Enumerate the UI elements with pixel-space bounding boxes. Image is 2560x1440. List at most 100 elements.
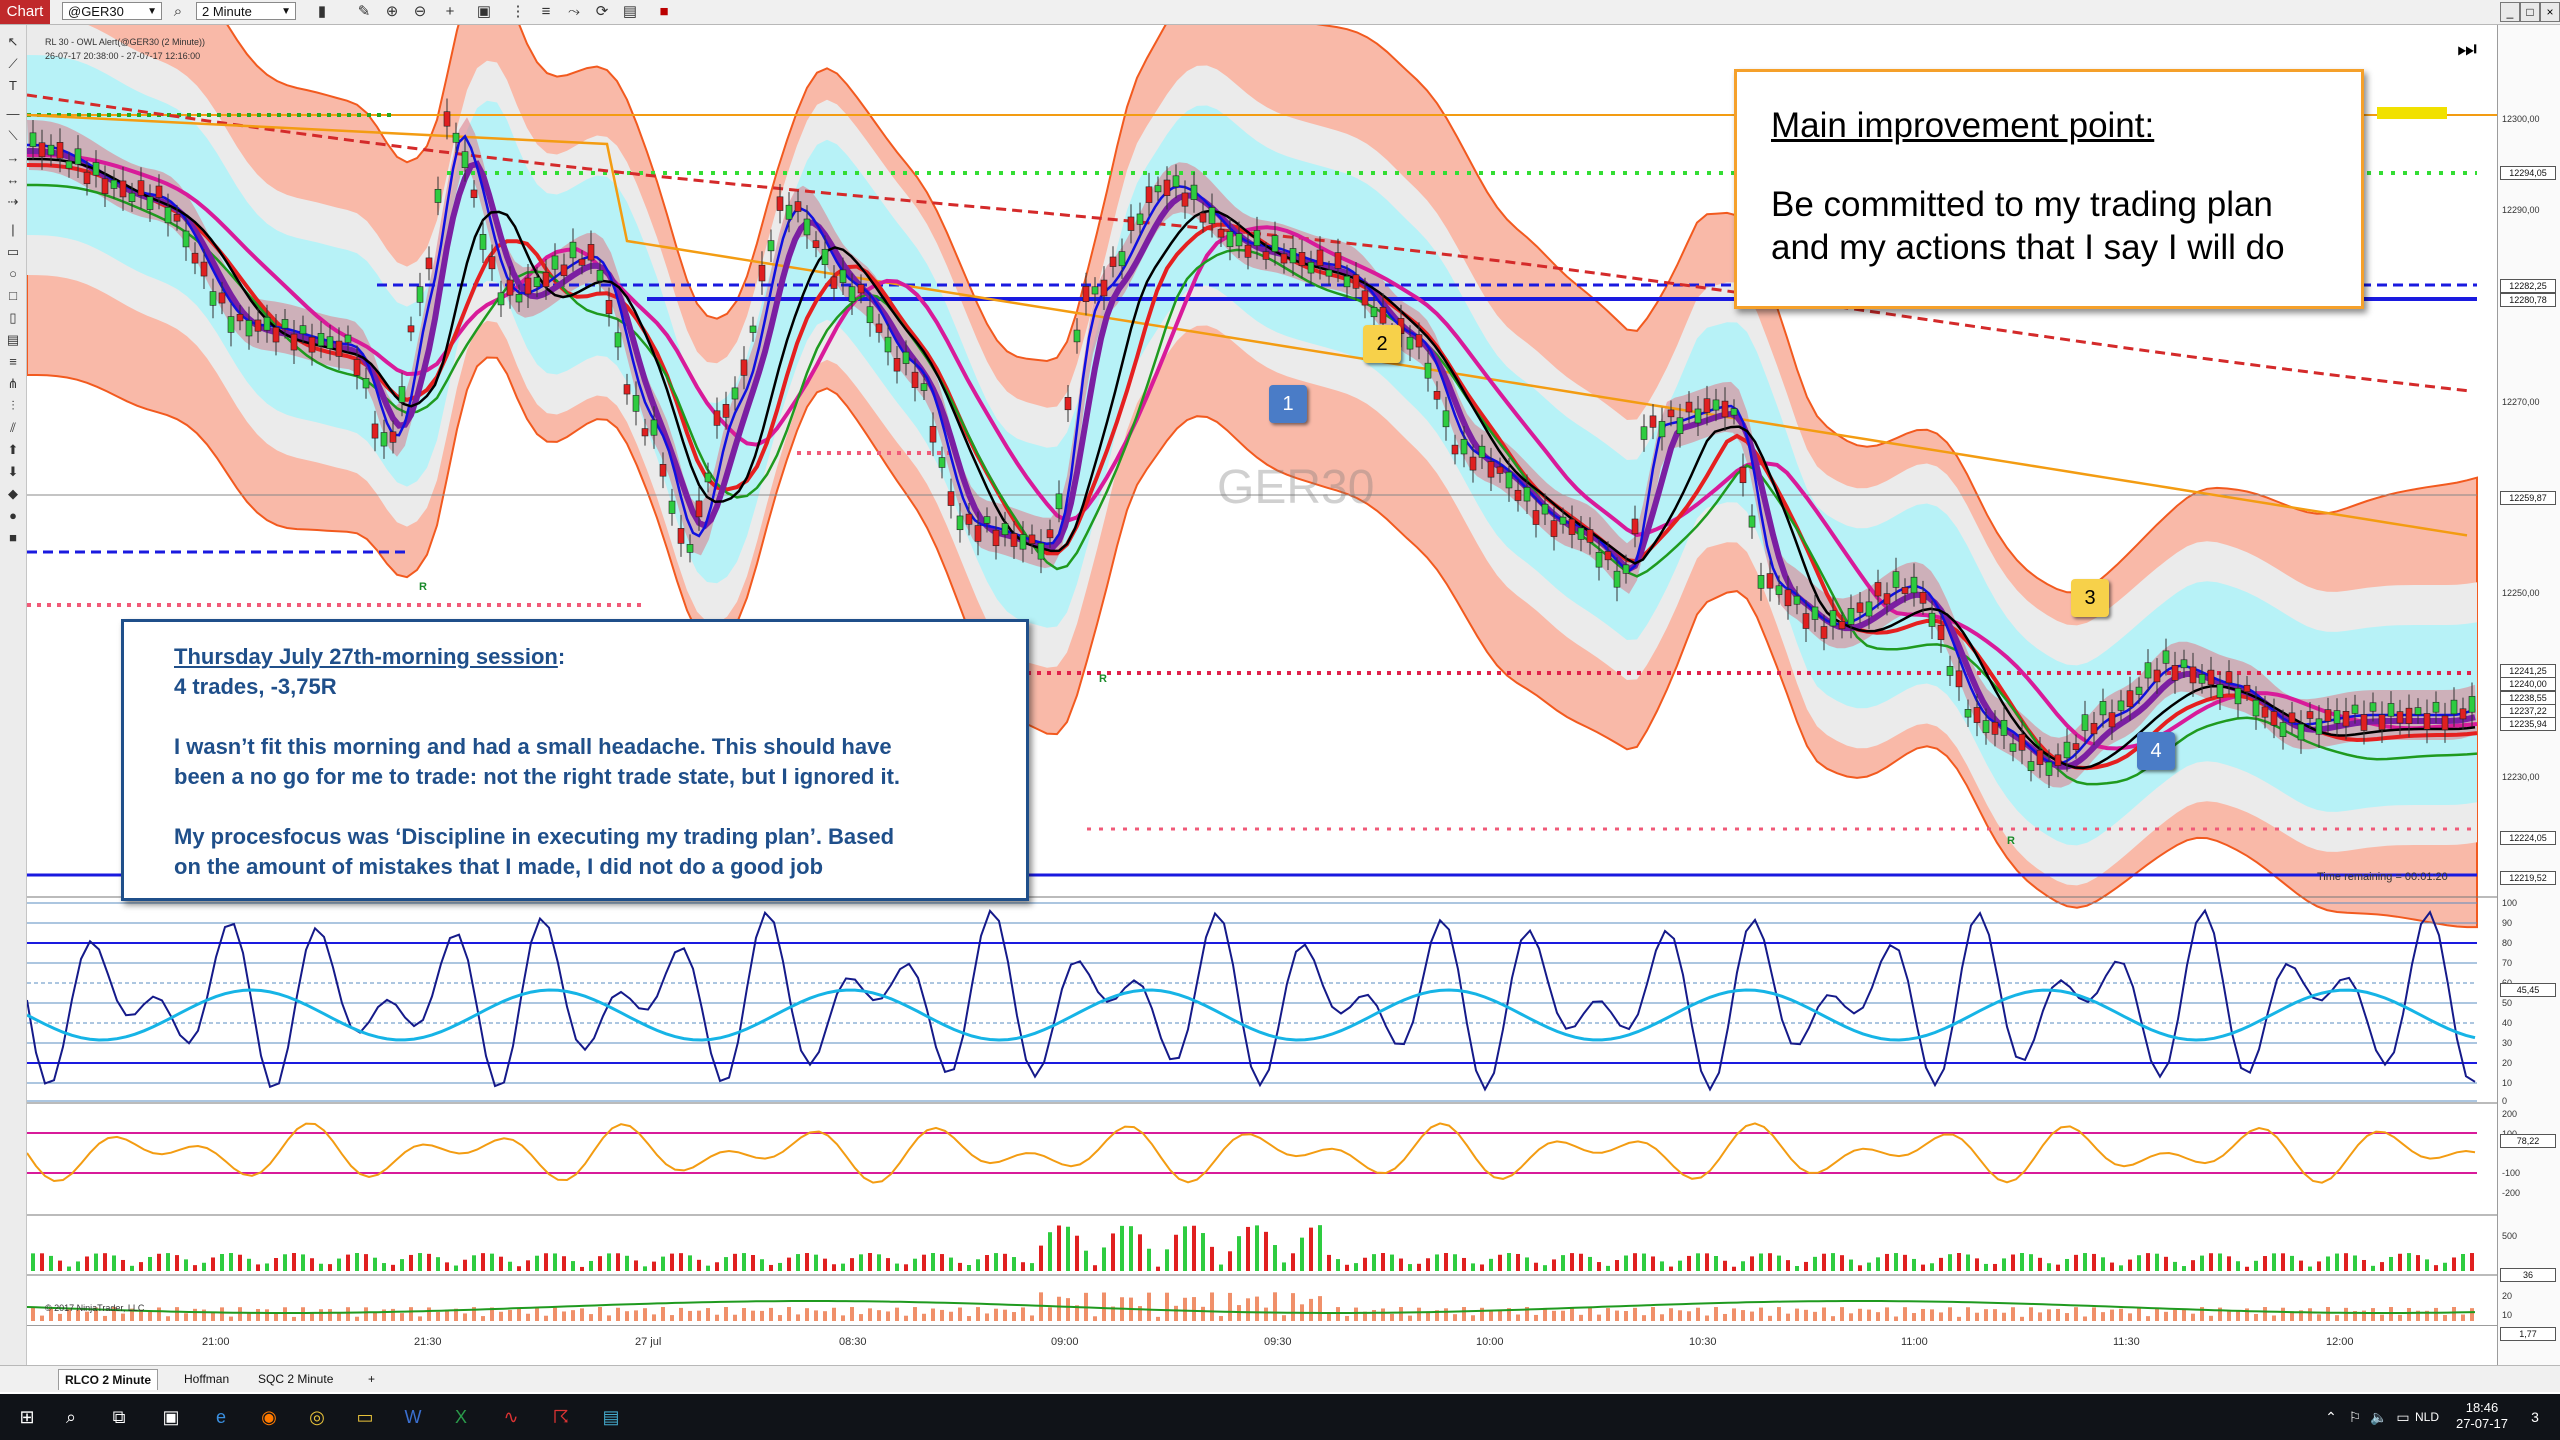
tab-rlco[interactable]: RLCO 2 Minute bbox=[58, 1369, 158, 1390]
time-axis[interactable]: 21:00 21:30 27 jul 08:30 09:00 09:30 10:… bbox=[27, 1325, 2497, 1366]
vertical-line-icon[interactable]: | bbox=[4, 221, 22, 239]
minimize-icon[interactable]: _ bbox=[2500, 2, 2520, 22]
candle-body bbox=[2162, 650, 2170, 664]
strategies-icon[interactable]: ⋮ bbox=[508, 2, 528, 22]
candle-body bbox=[1253, 230, 1261, 246]
ellipse-icon[interactable]: ○ bbox=[4, 265, 22, 283]
adx-bar bbox=[1174, 1305, 1178, 1321]
file-explorer-icon[interactable]: ▭ bbox=[350, 1402, 380, 1432]
measure-icon[interactable]: ⟋ bbox=[4, 55, 22, 73]
trade-marker-4[interactable]: 4 bbox=[2137, 732, 2175, 770]
extended-line-icon[interactable]: ↔ bbox=[4, 171, 22, 189]
trade-marker-3[interactable]: 3 bbox=[2071, 579, 2109, 617]
arrow-line-icon[interactable]: ⇢ bbox=[4, 193, 22, 211]
app-icon[interactable]: ▣ bbox=[156, 1402, 186, 1432]
data-box-icon[interactable]: ▤ bbox=[620, 2, 640, 22]
edge-browser-icon[interactable]: e bbox=[206, 1402, 236, 1432]
trade-marker-2[interactable]: 2 bbox=[1363, 325, 1401, 363]
properties-icon[interactable]: ▣ bbox=[474, 2, 494, 22]
app-icon[interactable]: ▤ bbox=[596, 1402, 626, 1432]
dot-icon[interactable]: ● bbox=[4, 507, 22, 525]
volume-bar bbox=[598, 1256, 602, 1271]
volume-bar bbox=[760, 1259, 764, 1271]
skip-to-end-icon[interactable]: ⏭ bbox=[2457, 38, 2477, 60]
volume-bar bbox=[157, 1253, 161, 1271]
search-icon[interactable]: ⌕ bbox=[56, 1402, 86, 1432]
zigzag-icon[interactable]: ⤳ bbox=[564, 2, 584, 22]
pointer-icon[interactable]: ↖ bbox=[4, 33, 22, 51]
candle-body bbox=[1190, 184, 1198, 200]
tab-hoffman[interactable]: Hoffman bbox=[178, 1369, 235, 1389]
arrow-up-icon[interactable]: ⬆ bbox=[4, 441, 22, 459]
crosshair-icon[interactable]: + bbox=[440, 2, 460, 22]
volume-bar bbox=[1633, 1253, 1637, 1271]
channel-icon[interactable]: ≡ bbox=[4, 353, 22, 371]
volume-bar bbox=[2029, 1254, 2033, 1271]
interval-select[interactable]: 2 Minute ▼ bbox=[196, 2, 296, 20]
bar-style-icon[interactable]: ▮ bbox=[312, 2, 332, 22]
candle-body bbox=[812, 240, 820, 248]
fib-icon[interactable]: ▤ bbox=[4, 331, 22, 349]
candle-body bbox=[1550, 520, 1558, 537]
task-view-icon[interactable]: ⧉ bbox=[104, 1402, 134, 1432]
tab-sqc[interactable]: SQC 2 Minute bbox=[252, 1369, 339, 1389]
chrome-icon[interactable]: ◎ bbox=[302, 1402, 332, 1432]
search-icon[interactable]: ⌕ bbox=[168, 2, 188, 22]
regression-icon[interactable]: ⫽ bbox=[4, 419, 22, 437]
candle-body bbox=[191, 252, 199, 264]
notifications-icon[interactable]: 3 bbox=[2520, 1402, 2550, 1432]
trade-marker-1[interactable]: 1 bbox=[1269, 385, 1307, 423]
arrow-down-icon[interactable]: ⬇ bbox=[4, 463, 22, 481]
copyright-label: © 2017 NinjaTrader, LLC bbox=[45, 1303, 145, 1313]
firefox-icon[interactable]: ◉ bbox=[254, 1402, 284, 1432]
add-tab-button[interactable]: + bbox=[362, 1369, 381, 1389]
volume-bar bbox=[94, 1253, 98, 1271]
candle-body bbox=[2108, 712, 2116, 728]
adx-bar bbox=[2173, 1309, 2177, 1321]
close-icon[interactable]: × bbox=[2540, 2, 2560, 22]
gann-icon[interactable]: ⋔ bbox=[4, 375, 22, 393]
instrument-select[interactable]: @GER30 ▼ bbox=[62, 2, 162, 20]
excel-icon[interactable]: X bbox=[446, 1402, 476, 1432]
taskbar-clock[interactable]: 18:46 27-07-17 bbox=[2452, 1400, 2512, 1432]
ray-icon[interactable]: → bbox=[4, 149, 22, 167]
app-icon[interactable]: ∿ bbox=[496, 1402, 526, 1432]
candle-body bbox=[2000, 719, 2008, 736]
adx-bar bbox=[40, 1315, 44, 1321]
pencil-icon[interactable]: ✎ bbox=[354, 2, 374, 22]
line-icon[interactable]: ⟍ bbox=[4, 127, 22, 145]
session-text-line: on the amount of mistakes that I made, I… bbox=[174, 854, 824, 879]
chart-window-tab[interactable]: Chart bbox=[0, 0, 50, 24]
session-text-line: been a no go for me to trade: not the ri… bbox=[174, 764, 901, 789]
square-icon[interactable]: □ bbox=[4, 287, 22, 305]
diamond-icon[interactable]: ◆ bbox=[4, 485, 22, 503]
ninjatrader-icon[interactable]: ☈ bbox=[546, 1402, 576, 1432]
adx-bar bbox=[184, 1313, 188, 1321]
adx-bar bbox=[157, 1307, 161, 1321]
zoom-out-icon[interactable]: ⊖ bbox=[410, 2, 430, 22]
candle-body bbox=[1829, 610, 1837, 627]
candle-body bbox=[47, 144, 55, 156]
andrews-icon[interactable]: ⫶ bbox=[4, 397, 22, 415]
record-icon[interactable]: ■ bbox=[654, 2, 674, 22]
candle-body bbox=[326, 336, 334, 349]
horizontal-line-icon[interactable]: — bbox=[4, 105, 22, 123]
indicators-icon[interactable]: ≡ bbox=[536, 2, 556, 22]
square-marker-icon[interactable]: ■ bbox=[4, 529, 22, 547]
text-icon[interactable]: T bbox=[4, 77, 22, 95]
region-icon[interactable]: ▯ bbox=[4, 309, 22, 327]
windows-start-icon[interactable]: ⊞ bbox=[12, 1402, 42, 1432]
volume-bar bbox=[1894, 1253, 1898, 1271]
word-icon[interactable]: W bbox=[398, 1402, 428, 1432]
zoom-in-icon[interactable]: ⊕ bbox=[382, 2, 402, 22]
chart-title-label: RL 30 - OWL Alert(@GER30 (2 Minute)) bbox=[45, 37, 206, 47]
adx-bar bbox=[2065, 1313, 2069, 1321]
maximize-icon[interactable]: □ bbox=[2520, 2, 2540, 22]
language-indicator[interactable]: NLD bbox=[2412, 1402, 2442, 1432]
price-axis[interactable]: 12300,00 12290,00 12270,00 12250,00 1223… bbox=[2497, 25, 2560, 1365]
candle-body bbox=[1415, 334, 1423, 348]
refresh-icon[interactable]: ⟳ bbox=[592, 2, 612, 22]
rectangle-icon[interactable]: ▭ bbox=[4, 243, 22, 261]
candle-body bbox=[470, 189, 478, 199]
candle-body bbox=[1658, 421, 1666, 438]
